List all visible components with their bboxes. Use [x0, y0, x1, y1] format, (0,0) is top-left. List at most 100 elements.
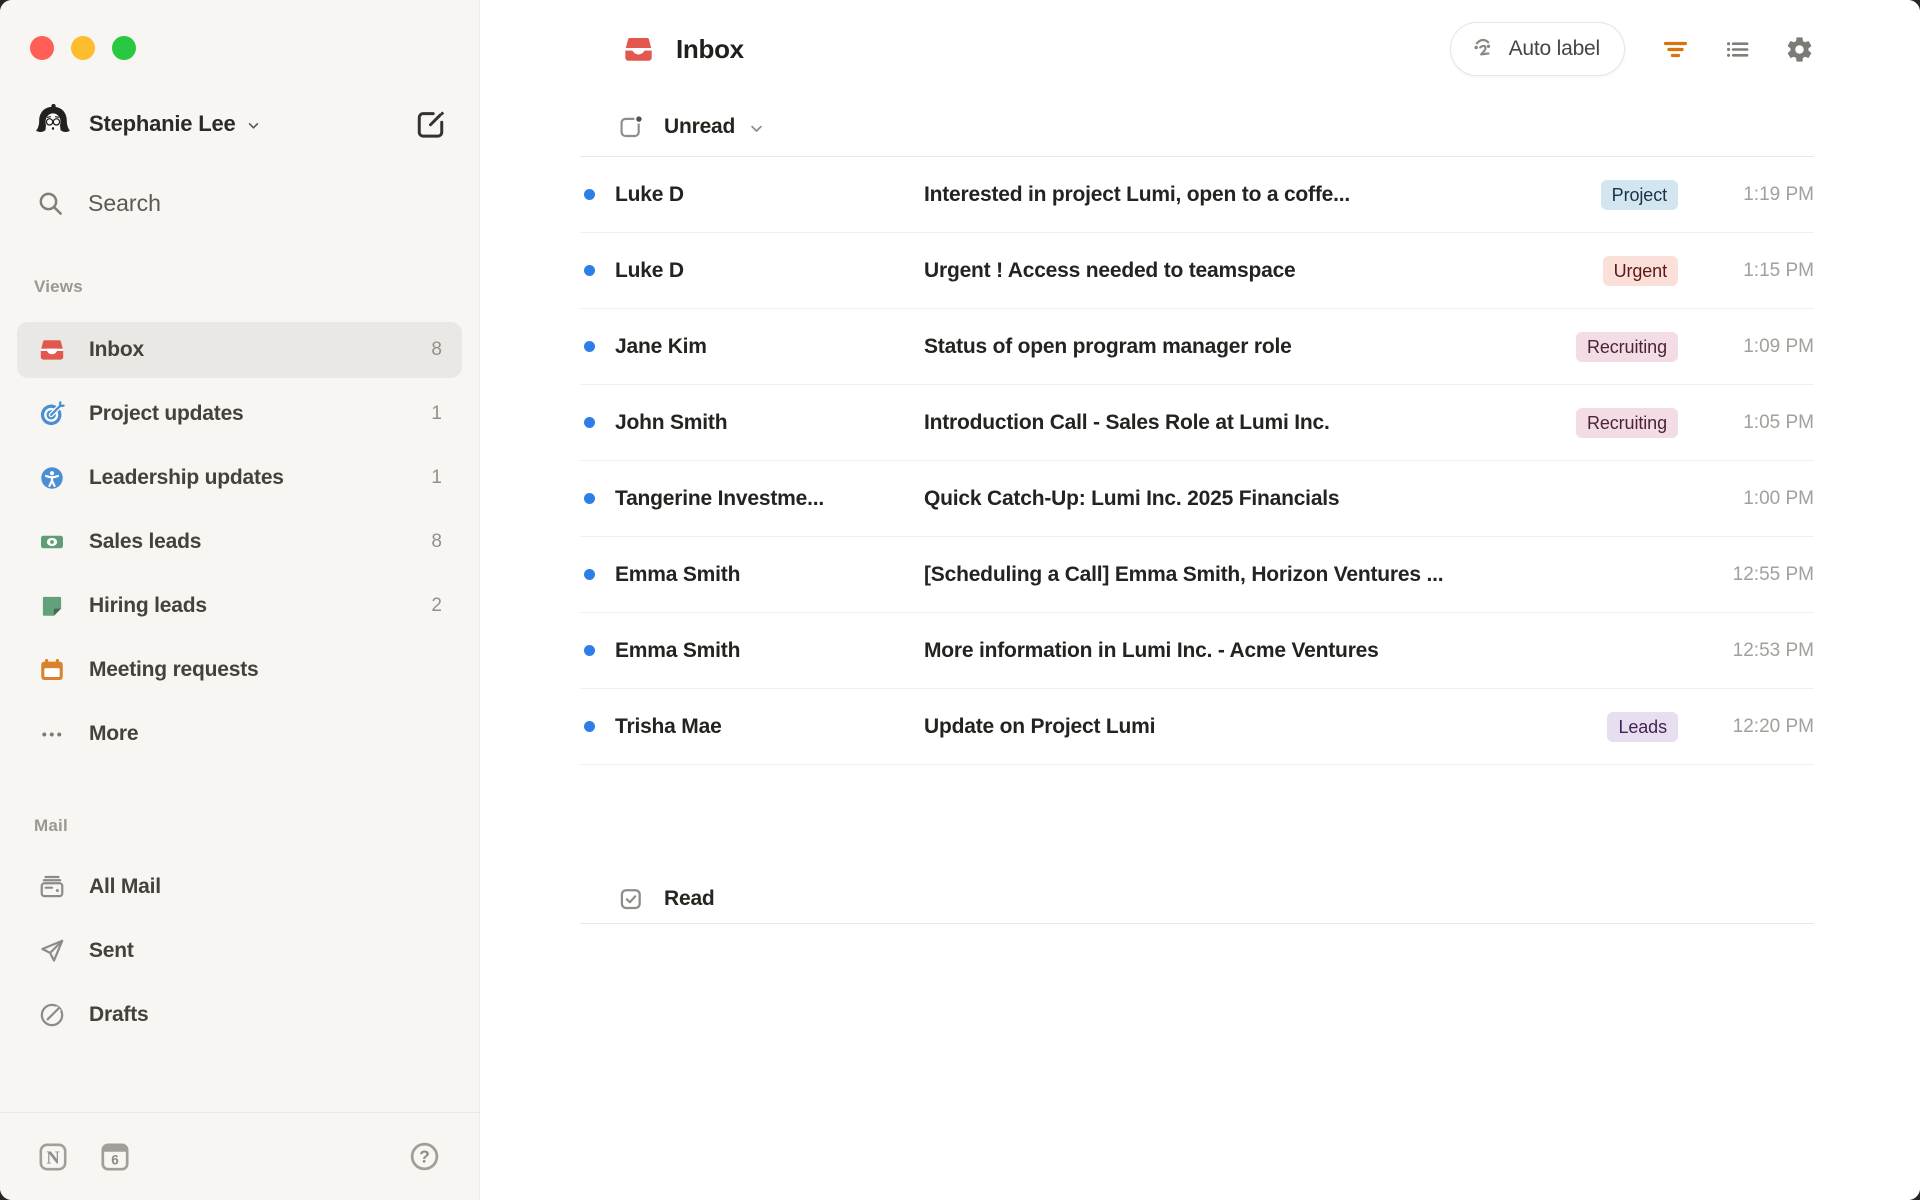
- auto-label-button[interactable]: Auto label: [1449, 22, 1625, 76]
- email-subject: Introduction Call - Sales Role at Lumi I…: [924, 410, 1330, 434]
- unread-icon: [618, 114, 644, 140]
- read-group-header[interactable]: Read: [580, 875, 1814, 924]
- email-row[interactable]: Tangerine Investme... Quick Catch-Up: Lum…: [580, 461, 1814, 537]
- list-view-icon[interactable]: [1723, 35, 1752, 64]
- search-label: Search: [88, 189, 161, 216]
- email-sender: Jane Kim: [615, 334, 707, 358]
- sidebar-item-label: Hiring leads: [89, 594, 207, 617]
- sidebar-item-label: Sales leads: [89, 530, 202, 553]
- email-subject: [Scheduling a Call] Emma Smith, Horizon …: [924, 562, 1444, 586]
- page-title: Inbox: [676, 33, 744, 64]
- banknote-icon: [38, 528, 66, 556]
- avatar: [30, 101, 76, 147]
- sidebar-item-more[interactable]: More: [17, 706, 462, 762]
- search-button[interactable]: Search: [37, 179, 459, 227]
- email-sender: Emma Smith: [615, 638, 741, 662]
- email-sender: Luke D: [615, 182, 684, 206]
- sidebar-footer: N 6 ?: [0, 1112, 479, 1200]
- email-time: 1:19 PM: [1743, 183, 1814, 205]
- sidebar-item-label: Meeting requests: [89, 658, 259, 681]
- email-time: 12:55 PM: [1732, 563, 1814, 585]
- sidebar-item-drafts[interactable]: Drafts: [17, 987, 462, 1043]
- window-controls: [30, 36, 479, 60]
- unread-dot-icon: [584, 645, 595, 656]
- sidebar-item-count: 1: [431, 467, 442, 488]
- auto-label-icon: [1470, 35, 1498, 63]
- sidebar-item-project-updates[interactable]: Project updates 1: [17, 386, 462, 442]
- sidebar-item-meeting-requests[interactable]: Meeting requests: [17, 642, 462, 698]
- drafts-icon: [38, 1001, 66, 1029]
- target-icon: [38, 400, 66, 428]
- section-label-views: Views: [34, 277, 83, 296]
- help-icon[interactable]: ?: [408, 1140, 441, 1173]
- email-row[interactable]: Trisha Mae Update on Project Lumi Leads 12:…: [580, 689, 1814, 765]
- svg-text:N: N: [46, 1147, 60, 1167]
- minimize-button[interactable]: [71, 36, 95, 60]
- sidebar-item-label: Project updates: [89, 402, 244, 425]
- inbox-icon: [622, 33, 655, 66]
- account-switcher[interactable]: Stephanie Lee: [30, 103, 446, 145]
- sidebar-item-sales-leads[interactable]: Sales leads 8: [17, 514, 462, 570]
- sidebar: Stephanie Lee Search Views Inbox 8 Project …: [0, 0, 480, 1200]
- unread-group-header[interactable]: Unread: [580, 98, 1814, 157]
- email-time: 12:20 PM: [1732, 715, 1814, 737]
- sidebar-item-label: Drafts: [89, 1003, 149, 1026]
- email-subject: Quick Catch-Up: Lumi Inc. 2025 Financial…: [924, 486, 1340, 510]
- sidebar-item-count: 1: [431, 403, 442, 424]
- unread-dot-icon: [584, 569, 595, 580]
- zoom-button[interactable]: [112, 36, 136, 60]
- email-sender: Luke D: [615, 258, 684, 282]
- email-subject: Interested in project Lumi, open to a co…: [924, 182, 1351, 206]
- email-tag: Urgent: [1602, 255, 1678, 286]
- email-sender: Trisha Mae: [615, 714, 722, 738]
- sidebar-item-inbox[interactable]: Inbox 8: [17, 322, 462, 378]
- account-name: Stephanie Lee: [89, 111, 236, 136]
- notion-calendar-icon[interactable]: 6: [98, 1140, 132, 1174]
- email-time: 12:53 PM: [1732, 639, 1814, 661]
- unread-dot-icon: [584, 493, 595, 504]
- unread-group-label: Unread: [664, 115, 736, 138]
- sidebar-item-label: More: [89, 722, 139, 745]
- more-icon: [38, 720, 66, 748]
- svg-text:?: ?: [419, 1147, 430, 1167]
- email-row[interactable]: Jane Kim Status of open program manager r…: [580, 309, 1814, 385]
- sidebar-sections: Views Inbox 8 Project updates 1 Leadership up…: [0, 227, 479, 1051]
- svg-text:6: 6: [111, 1152, 118, 1167]
- sidebar-item-label: Sent: [89, 939, 134, 962]
- close-button[interactable]: [30, 36, 54, 60]
- email-row[interactable]: Emma Smith [Scheduling a Call] Emma Smith…: [580, 537, 1814, 613]
- sidebar-item-count: 2: [431, 595, 442, 616]
- unread-dot-icon: [584, 189, 595, 200]
- calendar-icon: [38, 656, 66, 684]
- sent-icon: [38, 937, 66, 965]
- unread-dot-icon: [584, 265, 595, 276]
- section-label-mail: Mail: [34, 816, 68, 835]
- email-row[interactable]: Luke D Interested in project Lumi, open t…: [580, 157, 1814, 233]
- mail-app-window: Stephanie Lee Search Views Inbox 8 Project …: [0, 0, 1920, 1200]
- accessibility-icon: [38, 464, 66, 492]
- filter-icon[interactable]: [1661, 35, 1690, 64]
- auto-label-text: Auto label: [1508, 37, 1601, 60]
- email-row[interactable]: Luke D Urgent ! Access needed to teamspac…: [580, 233, 1814, 309]
- sidebar-item-leadership-updates[interactable]: Leadership updates 1: [17, 450, 462, 506]
- sidebar-item-hiring-leads[interactable]: Hiring leads 2: [17, 578, 462, 634]
- email-time: 1:09 PM: [1743, 335, 1814, 357]
- gear-icon[interactable]: [1785, 35, 1814, 64]
- chevron-down-icon: [747, 119, 766, 138]
- email-list: Luke D Interested in project Lumi, open t…: [580, 157, 1814, 765]
- email-tag: Project: [1600, 179, 1678, 210]
- sidebar-item-sent[interactable]: Sent: [17, 923, 462, 979]
- email-row[interactable]: Emma Smith More information in Lumi Inc. …: [580, 613, 1814, 689]
- sidebar-item-all-mail[interactable]: All Mail: [17, 859, 462, 915]
- notion-icon[interactable]: N: [36, 1140, 70, 1174]
- sidebar-item-count: 8: [431, 531, 442, 552]
- email-subject: More information in Lumi Inc. - Acme Ven…: [924, 638, 1379, 662]
- read-group-label: Read: [664, 887, 715, 910]
- email-tag: Leads: [1607, 711, 1678, 742]
- email-row[interactable]: John Smith Introduction Call - Sales Role…: [580, 385, 1814, 461]
- email-tag: Recruiting: [1575, 331, 1678, 362]
- read-checkbox-icon: [618, 886, 644, 912]
- sidebar-item-label: Inbox: [89, 338, 144, 361]
- compose-icon[interactable]: [415, 109, 446, 140]
- email-time: 1:05 PM: [1743, 411, 1814, 433]
